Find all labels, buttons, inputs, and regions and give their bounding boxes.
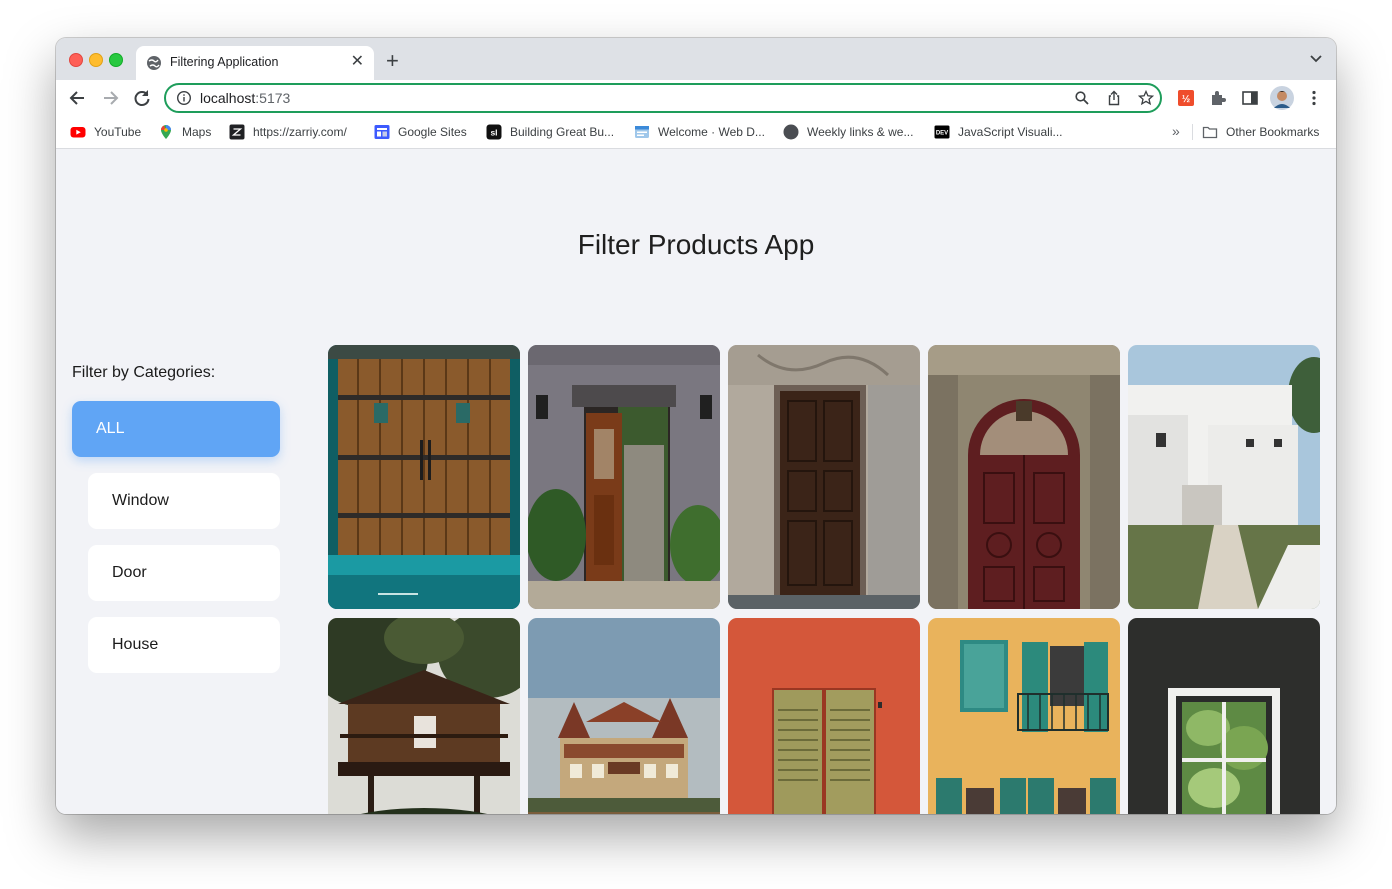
bookmark-youtube[interactable]: YouTube	[70, 123, 141, 141]
url-host: localhost	[200, 90, 256, 106]
product-card[interactable]	[328, 345, 520, 609]
other-bookmarks-folder[interactable]: Other Bookmarks	[1202, 123, 1319, 141]
category-label: Window	[112, 492, 169, 509]
treehouse-image	[328, 618, 520, 814]
si-icon: sI	[486, 124, 502, 140]
carved-dark-door-image	[728, 345, 920, 609]
product-card[interactable]	[528, 618, 720, 814]
bookmark-welcome-web[interactable]: Welcome · Web D...	[634, 123, 765, 141]
victorian-house-image	[528, 618, 720, 814]
teal-wooden-door-image	[328, 345, 520, 609]
product-card[interactable]	[728, 345, 920, 609]
back-arrow-icon[interactable]	[68, 88, 88, 108]
bookmark-label: Maps	[182, 125, 212, 139]
bookmarks-divider	[1192, 124, 1193, 140]
yellow-building-shutters-image	[928, 618, 1120, 814]
chevron-down-icon[interactable]	[1310, 54, 1322, 64]
avatar[interactable]	[1270, 86, 1294, 110]
bookmark-label: Welcome · Web D...	[658, 125, 765, 139]
bookmark-label: Google Sites	[398, 125, 467, 139]
category-button-window[interactable]: Window	[88, 473, 280, 529]
bookmark-label: Building Great Bu...	[510, 125, 615, 139]
page-title: Filter Products App	[577, 229, 815, 260]
product-card[interactable]	[328, 618, 520, 814]
product-card[interactable]	[928, 618, 1120, 814]
extension-red-icon[interactable]: ½	[1176, 88, 1196, 108]
forward-arrow-icon[interactable]	[100, 88, 120, 108]
search-icon[interactable]	[1074, 90, 1090, 106]
more-menu-icon[interactable]	[1304, 88, 1324, 108]
category-label: House	[112, 636, 159, 653]
app-page: Filter Products App Filter by Categories…	[56, 149, 1336, 814]
category-label: Door	[112, 564, 147, 581]
bookmark-label: Weekly links & we...	[807, 125, 914, 139]
web-icon	[635, 126, 649, 138]
youtube-icon	[70, 127, 86, 138]
bookmark-label: https://zarriy.com/	[253, 125, 347, 139]
address-bar[interactable]: localhost:5173	[164, 83, 1162, 113]
product-card[interactable]	[1128, 345, 1320, 609]
new-tab-button[interactable]: +	[386, 50, 399, 72]
maximize-window-button[interactable]	[109, 53, 123, 67]
category-button-door[interactable]: Door	[88, 545, 280, 601]
product-card[interactable]	[728, 618, 920, 814]
share-icon[interactable]	[1106, 90, 1122, 106]
dev-icon: DEV	[934, 125, 950, 139]
folder-icon	[1202, 126, 1218, 139]
url-text[interactable]: localhost:5173	[200, 90, 290, 106]
svg-text:½: ½	[1182, 94, 1190, 105]
side-panel-icon[interactable]	[1240, 88, 1260, 108]
green-shutters-image	[728, 618, 920, 814]
bookmark-label: JavaScript Visuali...	[958, 125, 1063, 139]
category-button-house[interactable]: House	[88, 617, 280, 673]
other-bookmarks-label: Other Bookmarks	[1226, 125, 1320, 139]
google-sites-icon	[374, 125, 390, 139]
product-card[interactable]	[928, 345, 1120, 609]
browser-tab[interactable]: Filtering Application ✕	[136, 46, 374, 80]
close-window-button[interactable]	[69, 53, 83, 67]
bookmarks-bar: YouTube Maps https://zarriy.com/ Google …	[56, 116, 1336, 149]
close-tab-icon[interactable]: ✕	[351, 53, 364, 71]
window-dark-wall-image	[1128, 618, 1320, 814]
minimize-window-button[interactable]	[89, 53, 103, 67]
category-label: ALL	[96, 420, 125, 437]
circle-icon	[783, 124, 799, 140]
reload-icon[interactable]	[132, 88, 152, 108]
url-port: :5173	[255, 90, 291, 106]
svg-text:DEV: DEV	[936, 131, 948, 137]
globe-icon	[147, 56, 161, 70]
bookmark-zarriy[interactable]: https://zarriy.com/	[229, 123, 347, 141]
bookmark-building-great[interactable]: sI Building Great Bu...	[486, 123, 614, 141]
filter-label: Filter by Categories:	[72, 364, 216, 381]
bookmark-star-icon[interactable]	[1138, 90, 1154, 106]
white-modern-house-image	[1128, 345, 1320, 609]
product-card[interactable]	[1128, 618, 1320, 814]
product-card[interactable]	[528, 345, 720, 609]
svg-text:sI: sI	[490, 128, 497, 138]
ornate-arched-door-image	[928, 345, 1120, 609]
zarriy-icon	[229, 124, 245, 140]
bookmark-maps[interactable]: Maps	[158, 123, 211, 141]
open-wooden-door-image	[528, 345, 720, 609]
more-bookmarks-chevron-icon[interactable]: »	[1172, 122, 1180, 140]
tab-strip: Filtering Application ✕ +	[56, 38, 1336, 80]
browser-window: Filtering Application ✕ + localhost:5173	[56, 38, 1336, 814]
tab-title: Filtering Application	[170, 55, 279, 69]
info-icon[interactable]	[176, 90, 192, 106]
bookmark-label: YouTube	[94, 125, 142, 139]
puzzle-extensions-icon[interactable]	[1208, 88, 1228, 108]
bookmark-google-sites[interactable]: Google Sites	[374, 123, 467, 141]
bookmark-javascript-visualizer[interactable]: DEV JavaScript Visuali...	[934, 123, 1063, 141]
bookmark-weekly-links[interactable]: Weekly links & we...	[783, 123, 913, 141]
browser-toolbar: localhost:5173 ½	[56, 80, 1336, 116]
maps-icon	[161, 125, 171, 139]
category-button-all[interactable]: ALL	[72, 401, 280, 457]
